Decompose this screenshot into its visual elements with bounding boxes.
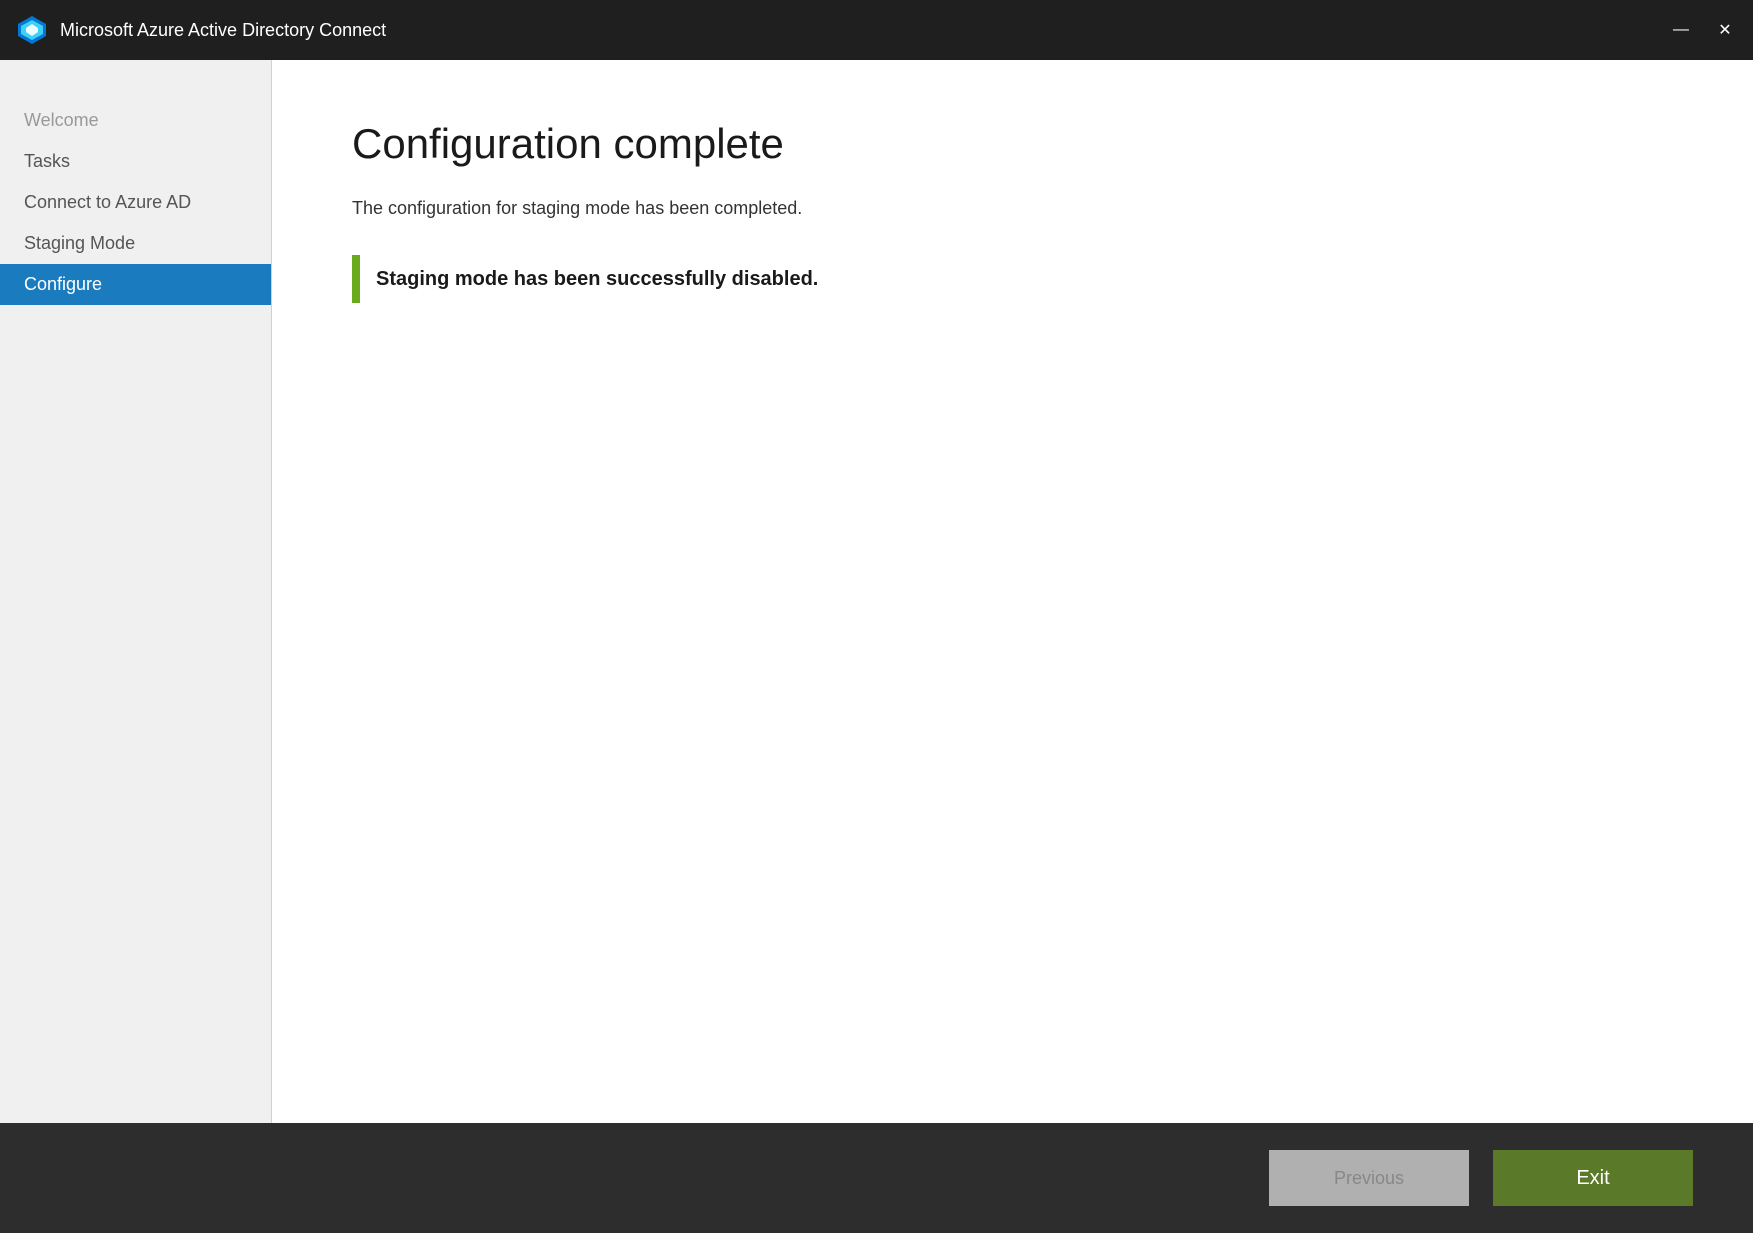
close-button[interactable]: ✕ [1713,18,1737,42]
footer: Previous Exit [0,1123,1753,1233]
sidebar-item-welcome[interactable]: Welcome [0,100,271,141]
sidebar-item-tasks[interactable]: Tasks [0,141,271,182]
success-bar-indicator [352,255,360,303]
success-banner: Staging mode has been successfully disab… [352,255,1673,303]
azure-ad-logo [16,14,48,46]
previous-button[interactable]: Previous [1269,1150,1469,1206]
sidebar-item-staging-mode[interactable]: Staging Mode [0,223,271,264]
main-content: Configuration complete The configuration… [272,60,1753,1123]
minimize-button[interactable]: — [1669,18,1693,42]
application-window: Microsoft Azure Active Directory Connect… [0,0,1753,1233]
sidebar-item-configure[interactable]: Configure [0,264,271,305]
content-area: Welcome Tasks Connect to Azure AD Stagin… [0,60,1753,1123]
sidebar: Welcome Tasks Connect to Azure AD Stagin… [0,60,272,1123]
exit-button[interactable]: Exit [1493,1150,1693,1206]
page-title: Configuration complete [352,120,1673,168]
titlebar-controls: — ✕ [1669,18,1737,42]
sidebar-item-connect-azure-ad[interactable]: Connect to Azure AD [0,182,271,223]
success-message: Staging mode has been successfully disab… [376,268,818,291]
titlebar-title: Microsoft Azure Active Directory Connect [60,20,1669,41]
titlebar: Microsoft Azure Active Directory Connect… [0,0,1753,60]
description-text: The configuration for staging mode has b… [352,198,1673,219]
